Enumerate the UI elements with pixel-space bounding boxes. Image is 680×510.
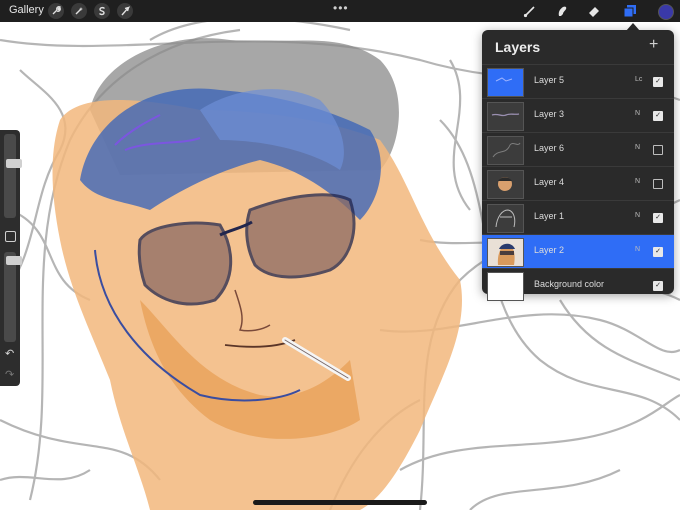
modify-button[interactable] [5, 231, 16, 242]
layer-row-selected[interactable]: Layer 2 N ✓ [482, 234, 674, 268]
layer-thumbnail [487, 136, 524, 165]
blend-mode-label[interactable]: N [635, 144, 640, 151]
layer-visibility-checkbox[interactable] [653, 179, 663, 189]
brush-icon[interactable] [521, 2, 539, 20]
left-sidebar: ↶ ↷ [0, 130, 22, 386]
blend-mode-label[interactable]: N [635, 246, 640, 253]
layers-icon[interactable] [621, 2, 639, 20]
layer-visibility-checkbox[interactable]: ✓ [653, 281, 663, 291]
layer-visibility-checkbox[interactable]: ✓ [653, 111, 663, 121]
gallery-button[interactable]: Gallery [9, 4, 44, 16]
brush-size-thumb[interactable] [6, 158, 22, 168]
top-toolbar: Gallery ••• [0, 0, 680, 22]
magic-wand-icon[interactable] [71, 3, 87, 19]
layer-row[interactable]: Background color ✓ [482, 268, 674, 302]
layer-thumbnail [487, 238, 524, 267]
layer-name: Layer 6 [534, 143, 565, 153]
eraser-icon[interactable] [585, 2, 603, 20]
layers-panel-title: Layers [495, 39, 541, 55]
layer-row[interactable]: Layer 3 N ✓ [482, 98, 674, 132]
layer-thumbnail [487, 170, 524, 199]
blend-mode-label[interactable]: N [635, 110, 640, 117]
layer-name: Layer 5 [534, 75, 565, 85]
add-layer-button[interactable]: + [649, 36, 658, 54]
layer-row[interactable]: Layer 1 N ✓ [482, 200, 674, 234]
undo-icon[interactable]: ↶ [5, 347, 14, 360]
home-indicator[interactable] [253, 500, 427, 505]
redo-icon[interactable]: ↷ [5, 368, 14, 381]
opacity-slider[interactable] [4, 252, 22, 342]
layer-visibility-checkbox[interactable] [653, 145, 663, 155]
layer-name: Layer 4 [534, 177, 565, 187]
blend-mode-label[interactable]: N [635, 212, 640, 219]
layer-thumbnail [487, 204, 524, 233]
layer-name: Layer 3 [534, 109, 565, 119]
selection-s-icon[interactable] [94, 3, 110, 19]
layer-thumbnail [487, 272, 524, 301]
smudge-icon[interactable] [553, 2, 571, 20]
layer-name: Layer 2 [534, 245, 565, 255]
layer-name: Background color [534, 279, 605, 289]
color-picker-swatch[interactable] [658, 4, 674, 20]
layer-visibility-checkbox[interactable]: ✓ [653, 247, 663, 257]
layer-row[interactable]: Layer 4 N [482, 166, 674, 200]
layer-visibility-checkbox[interactable]: ✓ [653, 77, 663, 87]
more-options-handle[interactable]: ••• [333, 1, 349, 15]
layer-row[interactable]: Layer 5 Lc ✓ [482, 64, 674, 98]
layer-thumbnail [487, 102, 524, 131]
layer-name: Layer 1 [534, 211, 565, 221]
blend-mode-label[interactable]: Lc [635, 76, 642, 83]
transform-arrow-icon[interactable] [117, 3, 133, 19]
opacity-thumb[interactable] [6, 256, 22, 266]
layer-thumbnail [487, 68, 524, 97]
layers-panel: Layers + Layer 5 Lc ✓ Layer 3 N ✓ Layer … [482, 30, 674, 301]
wrench-icon[interactable] [48, 3, 64, 19]
blend-mode-label[interactable]: N [635, 178, 640, 185]
brush-size-slider[interactable] [4, 134, 22, 218]
layer-visibility-checkbox[interactable]: ✓ [653, 213, 663, 223]
layer-row[interactable]: Layer 6 N [482, 132, 674, 166]
